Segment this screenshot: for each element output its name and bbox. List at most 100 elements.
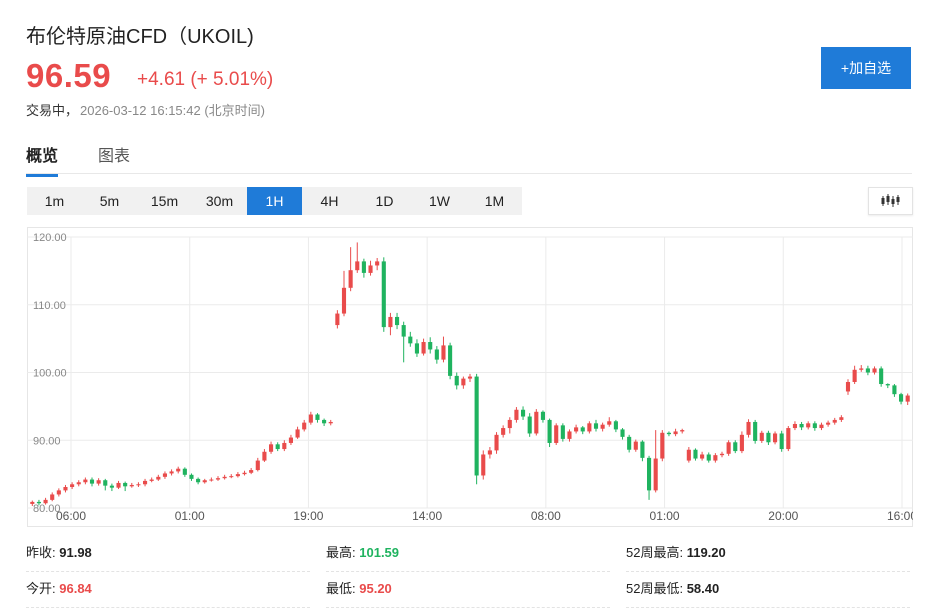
candle-body: [375, 261, 380, 266]
candle-body: [660, 432, 665, 459]
candle-body: [600, 424, 605, 429]
candle-body: [249, 470, 254, 473]
period-1w[interactable]: 1W: [412, 187, 467, 215]
candle-body: [560, 425, 565, 439]
candle-body: [394, 316, 400, 326]
candle-body: [348, 270, 353, 288]
candle-body: [859, 368, 864, 370]
candle-body: [242, 472, 247, 475]
candle-body: [554, 425, 559, 443]
period-5m[interactable]: 5m: [82, 187, 137, 215]
stat-high: 最高: 101.59: [326, 535, 610, 572]
candle-body: [700, 454, 705, 459]
status-timestamp: 2026-03-12 16:15:42 (北京时间): [80, 103, 265, 118]
candle-body: [428, 342, 433, 350]
candle-body: [812, 423, 817, 429]
candle-body: [368, 265, 373, 273]
candle-body: [196, 478, 201, 483]
candle-body: [826, 422, 831, 425]
period-1d[interactable]: 1D: [357, 187, 412, 215]
candle-body: [693, 449, 698, 459]
candle-body: [574, 427, 579, 432]
candle-body: [43, 499, 48, 504]
period-1h[interactable]: 1H: [247, 187, 302, 215]
candle-body: [620, 429, 625, 437]
period-1mo[interactable]: 1M: [467, 187, 522, 215]
candle-body: [839, 417, 844, 420]
candle-body: [116, 482, 121, 488]
x-tick-label: 14:00: [412, 509, 442, 523]
stat-prev-close: 昨收: 91.98: [26, 535, 310, 572]
candle-body: [103, 480, 108, 486]
candle-body: [136, 484, 141, 486]
candle-body: [89, 479, 95, 484]
candle-body: [852, 369, 857, 382]
candle-body: [746, 421, 751, 435]
candle-body: [607, 421, 612, 425]
candle-body: [567, 431, 572, 439]
candle-body: [501, 428, 506, 435]
candle-body: [640, 441, 645, 458]
stat-value: 58.40: [686, 581, 720, 596]
candle-body: [421, 342, 426, 354]
x-tick-label: 06:00: [56, 509, 86, 523]
period-15m[interactable]: 15m: [137, 187, 192, 215]
candle-body: [646, 457, 652, 491]
y-tick-label: 110.00: [33, 300, 66, 312]
candle-body: [142, 480, 148, 485]
tab-overview[interactable]: 概览: [26, 142, 59, 177]
candle-body: [507, 419, 512, 429]
candle-body: [726, 442, 731, 454]
candle-body: [215, 478, 221, 480]
status-text: 交易中，: [26, 103, 79, 118]
candle-body: [461, 378, 466, 386]
stat-label: 最高:: [326, 545, 356, 560]
candle-body: [832, 419, 837, 423]
candle-body: [753, 421, 758, 441]
candle-body: [534, 411, 539, 434]
candle-body: [308, 414, 313, 423]
candle-body: [328, 421, 333, 424]
period-30m[interactable]: 30m: [192, 187, 247, 215]
last-price: 96.59: [26, 57, 112, 94]
candle-body: [865, 368, 870, 373]
candle-body: [680, 430, 685, 432]
candle-body: [454, 375, 459, 386]
candle-body: [129, 484, 134, 487]
candle-body: [209, 479, 214, 481]
price-chart[interactable]: 120.00 110.00 100.00 90.00 80.00 06:00 01:00 19…: [27, 227, 917, 527]
candle-body: [593, 423, 599, 429]
candle-body: [713, 455, 718, 461]
candle-body: [123, 482, 128, 487]
stat-label: 最低:: [326, 581, 356, 596]
candle-body: [799, 423, 804, 428]
candle-body: [235, 474, 240, 477]
candle-body: [341, 287, 347, 314]
candle-body: [627, 436, 632, 450]
period-1m[interactable]: 1m: [27, 187, 82, 215]
period-4h[interactable]: 4H: [302, 187, 357, 215]
chart-type-button[interactable]: [868, 187, 913, 215]
candle-body: [905, 395, 910, 402]
candle-body: [547, 419, 552, 443]
candle-body: [706, 454, 711, 461]
candle-body: [845, 381, 851, 392]
candle-body: [189, 474, 194, 479]
candle-body: [381, 261, 386, 328]
candle-body: [315, 414, 320, 420]
candle-body: [779, 433, 784, 450]
x-tick-label: 20:00: [768, 509, 798, 523]
candlestick-chart: 120.00110.00100.0090.0080.0006:00 01:00 19…: [27, 227, 917, 527]
y-tick-label: 90.00: [33, 435, 61, 447]
candle-body: [202, 480, 207, 483]
tab-chart[interactable]: 图表: [98, 142, 130, 174]
add-to-watchlist-button[interactable]: +加自选: [821, 47, 911, 89]
stat-label: 今开:: [26, 581, 56, 596]
stat-value: 119.20: [686, 545, 726, 560]
candle-body: [733, 442, 738, 452]
candle-body: [540, 411, 546, 420]
x-tick-label: 08:00: [531, 509, 561, 523]
candle-body: [388, 316, 393, 328]
candle-body: [673, 431, 678, 435]
candle-body: [719, 453, 725, 456]
